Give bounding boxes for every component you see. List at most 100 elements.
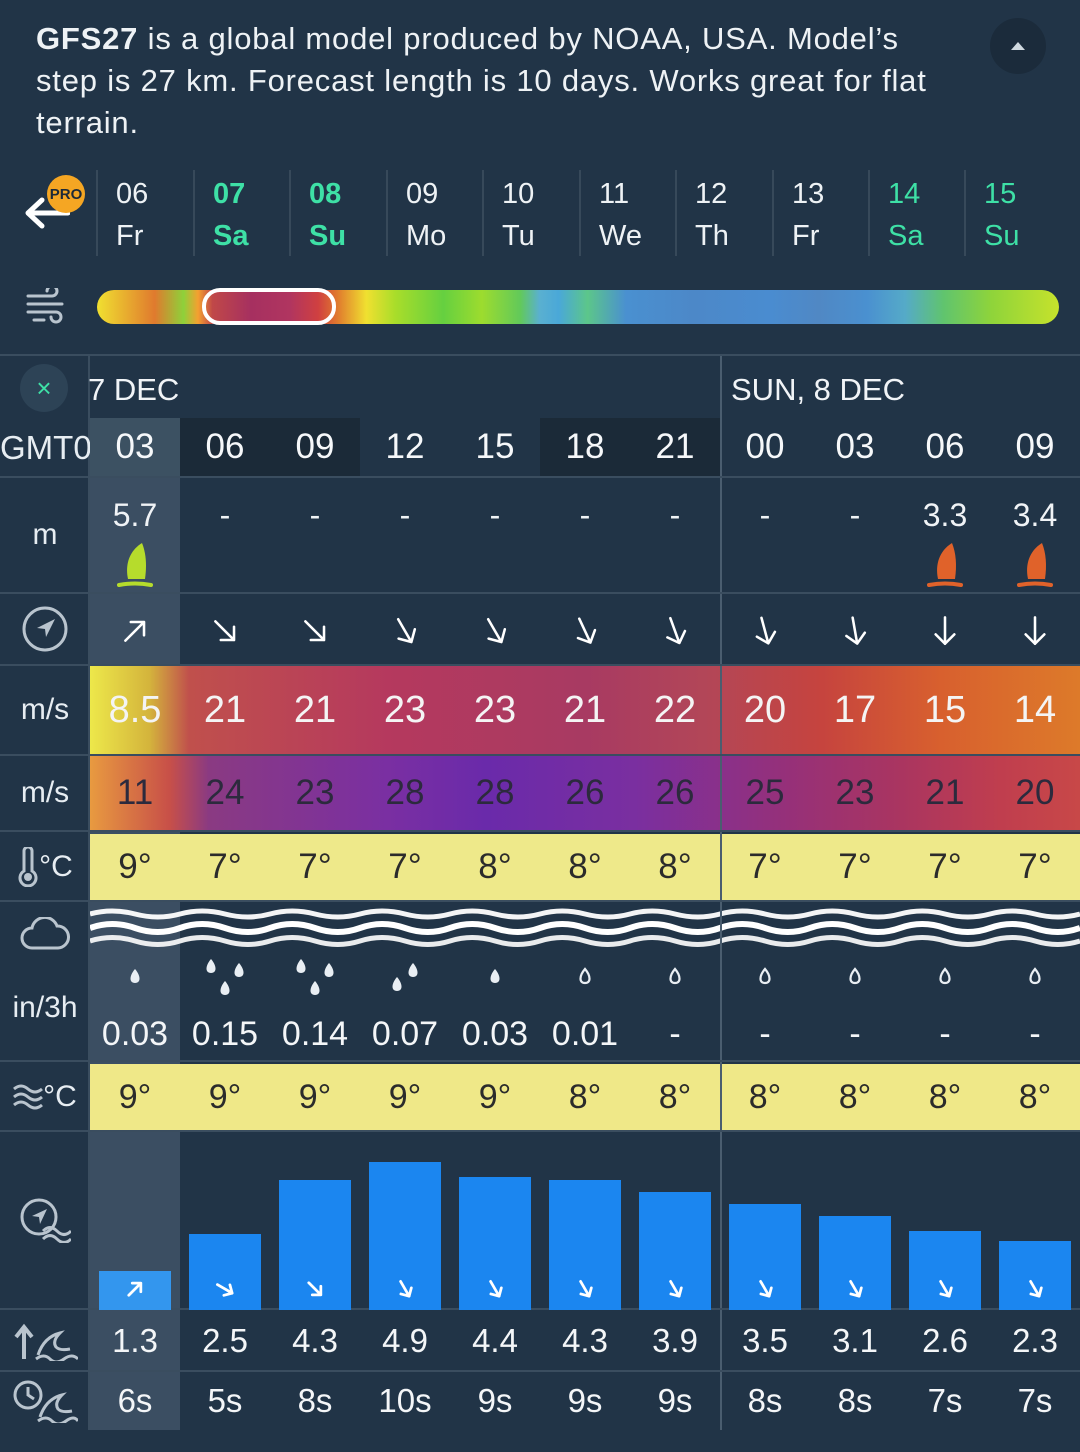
- wind-speed-value: 21: [203, 688, 247, 731]
- precipitation-value: 0.01: [551, 1014, 619, 1053]
- hour-09[interactable]: 09: [270, 418, 360, 476]
- wave-height-bar[interactable]: [729, 1204, 801, 1310]
- precipitation-value: -: [759, 1014, 771, 1053]
- wave-height-bar[interactable]: [99, 1271, 171, 1310]
- day-tab-10[interactable]: 10 Tu: [482, 170, 578, 256]
- wave-height-label-value: 4.4: [472, 1322, 518, 1359]
- wave-direction-arrow-icon: [849, 1280, 863, 1298]
- precipitation-value: -: [669, 1014, 681, 1053]
- sail-icon: [990, 540, 1080, 590]
- day-tab-13[interactable]: 13 Fr: [772, 170, 868, 256]
- hour-03[interactable]: 03: [810, 418, 900, 476]
- wave-height-bar[interactable]: [279, 1180, 351, 1310]
- wave-height-bar[interactable]: [459, 1177, 531, 1310]
- sea-temperature-value: 8°: [1018, 1077, 1052, 1116]
- wave-height-label-value: 3.1: [832, 1322, 878, 1359]
- rain-drops-icon: [450, 948, 540, 1002]
- wave-height-label-value: 4.3: [562, 1322, 608, 1359]
- wind-arrow-icon: [934, 616, 956, 646]
- rain-drops-icon: [900, 948, 990, 1002]
- weekday: Fr: [792, 220, 820, 252]
- day-number: 08: [309, 178, 342, 210]
- wave-compass-icon: [20, 1198, 71, 1243]
- wind-arrow-icon: [486, 617, 507, 644]
- wave-height-label: [0, 1316, 90, 1366]
- wind-direction-arrow: [180, 598, 270, 664]
- windsurf-sail-icon: [1017, 543, 1053, 587]
- temperature-value: 7°: [928, 847, 962, 886]
- wave-height-bar[interactable]: [819, 1216, 891, 1310]
- wave-height-bar[interactable]: [999, 1241, 1071, 1310]
- wind-direction-arrow: [270, 598, 360, 664]
- row-divider: [0, 476, 1080, 478]
- wave-height-bar[interactable]: [639, 1192, 711, 1310]
- hour-15[interactable]: 15: [450, 418, 540, 476]
- temperature-value: 9°: [118, 847, 152, 886]
- sail-icon: [630, 540, 720, 590]
- hour-00[interactable]: 00: [720, 418, 810, 476]
- precipitation-value: 0.03: [101, 1014, 169, 1053]
- wind-speed-value: 17: [833, 688, 877, 731]
- date-label-right: SUN, 8 DEC: [731, 372, 905, 407]
- hour-12[interactable]: 12: [360, 418, 450, 476]
- wave-direction-arrow-icon: [216, 1283, 234, 1297]
- day-number: 10: [502, 178, 535, 210]
- collapse-button[interactable]: [990, 18, 1046, 74]
- wave-period-value: 8s: [747, 1382, 783, 1419]
- wave-period-value: 9s: [477, 1382, 513, 1419]
- pro-badge[interactable]: PRO: [47, 175, 85, 213]
- hour-18[interactable]: 18: [540, 418, 630, 476]
- sail-icon: [810, 540, 900, 590]
- temperature-unit: °C: [39, 850, 73, 883]
- hour-21[interactable]: 21: [630, 418, 720, 476]
- day-tab-14[interactable]: 14 Sa: [868, 170, 964, 256]
- drop-icon: [849, 967, 861, 985]
- wave-height-bar[interactable]: [909, 1231, 981, 1310]
- day-tab-06[interactable]: 06 Fr: [96, 170, 192, 256]
- wind-arrow-icon: [666, 616, 687, 645]
- wind-direction-arrow: [810, 598, 900, 664]
- wind-gust-value: 28: [385, 773, 425, 812]
- wind-gust-value: 26: [655, 773, 695, 812]
- day-tab-09[interactable]: 09 Mo: [386, 170, 482, 256]
- wave-period-value: 10s: [378, 1382, 432, 1419]
- wave-period-value: 9s: [567, 1382, 603, 1419]
- precipitation-value: 0.14: [281, 1014, 349, 1053]
- wave-height-value: -: [219, 496, 231, 533]
- temperature-value: 7°: [1018, 847, 1052, 886]
- wind-direction-arrow: [630, 598, 720, 664]
- drop-icon: [579, 967, 591, 985]
- day-tab-12[interactable]: 12 Th: [675, 170, 771, 256]
- weekday: Sa: [213, 220, 249, 252]
- gust-unit: m/s: [20, 776, 70, 809]
- visible-range-handle[interactable]: [202, 288, 336, 325]
- wind-arrow-icon: [304, 620, 326, 642]
- weekday: Th: [695, 220, 729, 252]
- temperature-label: °C: [0, 834, 90, 900]
- thermometer-icon: [18, 847, 38, 887]
- wave-height-bar[interactable]: [549, 1180, 621, 1310]
- wave-height-bar[interactable]: [189, 1234, 261, 1310]
- day-tab-08[interactable]: 08 Su: [289, 170, 385, 256]
- hour-06[interactable]: 06: [180, 418, 270, 476]
- close-button[interactable]: ×: [20, 364, 68, 412]
- day-tab-11[interactable]: 11 We: [579, 170, 675, 256]
- day-number: 14: [888, 178, 921, 210]
- row-divider: [0, 830, 1080, 832]
- cloud-label: [0, 904, 90, 964]
- day-tab-07[interactable]: 07 Sa: [193, 170, 289, 256]
- precipitation-value: -: [1029, 1014, 1041, 1053]
- water-waves-icon: [13, 1084, 44, 1110]
- sea-temperature-value: 8°: [838, 1077, 872, 1116]
- day-tab-15[interactable]: 15 Su: [964, 170, 1060, 256]
- drop-icon: [296, 959, 334, 995]
- rain-drops-icon: [360, 948, 450, 1002]
- wave-period-value: 7s: [927, 1382, 963, 1419]
- wave-period-icon: [13, 1380, 78, 1423]
- hour-09[interactable]: 09: [990, 418, 1080, 476]
- wave-period-value: 9s: [657, 1382, 693, 1419]
- wave-height-bar[interactable]: [369, 1162, 441, 1310]
- wind-gust-value: 24: [205, 773, 245, 812]
- hour-06[interactable]: 06: [900, 418, 990, 476]
- hour-03[interactable]: 03: [90, 418, 180, 476]
